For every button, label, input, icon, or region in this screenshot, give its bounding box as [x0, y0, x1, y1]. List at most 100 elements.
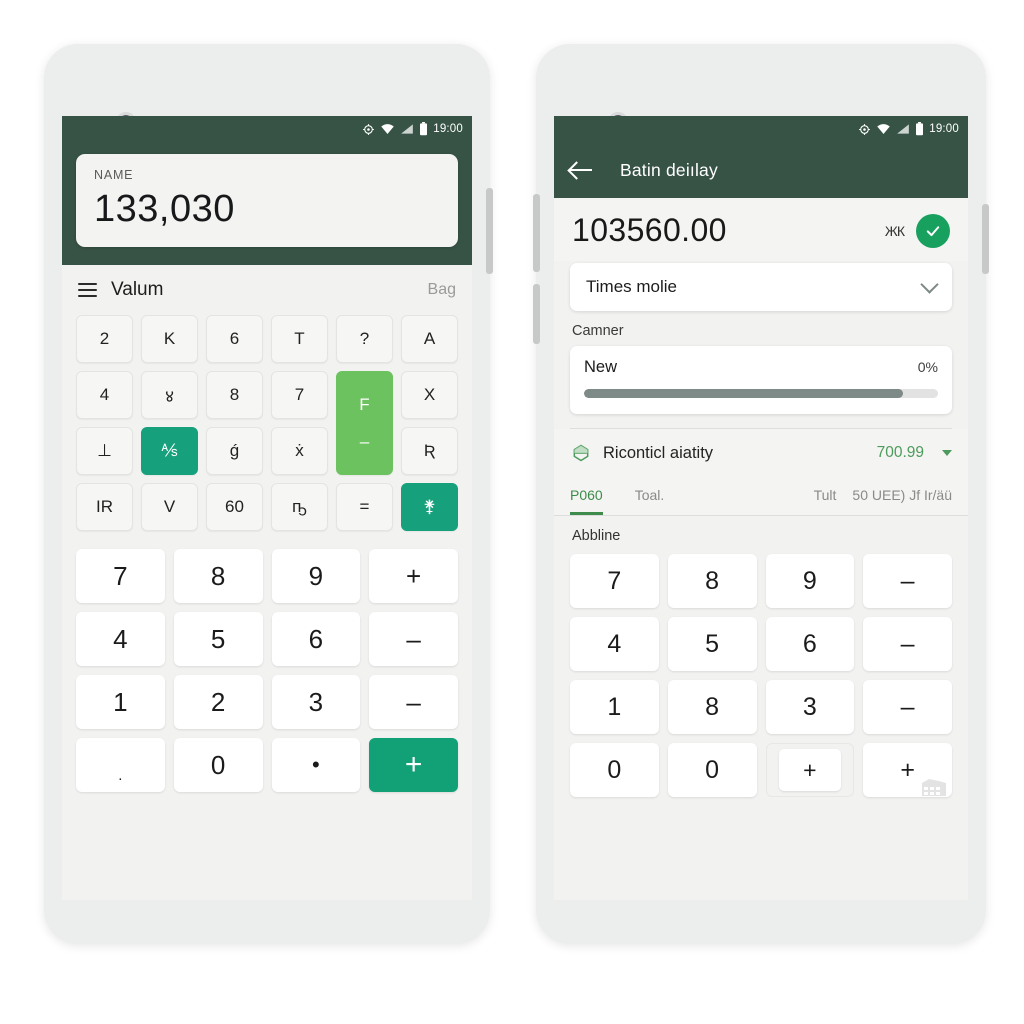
right-numpad-key-sym-14[interactable]: + — [765, 743, 855, 797]
battery-icon — [419, 122, 428, 136]
screen-left: 19:00 NAME 133,030 Valum Bag 2 K 6 T? A 4 ४ 8 7 F… — [62, 116, 472, 900]
chevron-down-icon — [920, 275, 939, 294]
progress-card[interactable]: New 0% — [570, 346, 952, 414]
symbol-key-18[interactable]: V — [141, 483, 198, 531]
symbol-key-10-label-top: F — [359, 394, 370, 414]
symbol-key-16[interactable]: Ʀ — [401, 427, 458, 475]
amount-input-card[interactable]: NAME 133,030 — [76, 154, 458, 247]
right-numpad-key-0-13[interactable]: 0 — [667, 743, 757, 797]
numpad-key-1-8[interactable]: 1 — [76, 675, 165, 729]
numpad-key-sym-14[interactable]: • — [271, 738, 361, 792]
symbol-key-14[interactable]: ǵ — [206, 427, 263, 475]
numpad-key-2-9[interactable]: 2 — [173, 675, 263, 729]
right-numpad-key-sym-3[interactable]: – — [863, 554, 952, 608]
signal-icon-right — [896, 123, 910, 135]
symbol-key-8[interactable]: 8 — [206, 371, 263, 419]
right-body: Times molie Camner New 0% — [554, 263, 968, 429]
reconcile-row[interactable]: Riconticl aiatity 700.99 — [554, 429, 968, 475]
calculator-watermark-icon — [921, 775, 947, 796]
right-numpad-key-9-2[interactable]: 9 — [765, 554, 855, 608]
check-circle-icon[interactable] — [916, 213, 950, 248]
numpad-key-sym-12[interactable]: . — [76, 738, 165, 792]
back-arrow-icon[interactable] — [570, 160, 594, 180]
tab-2[interactable]: Tult — [814, 481, 837, 515]
right-numpad-key-sym-7[interactable]: – — [863, 617, 952, 671]
symbol-key-15[interactable]: ẋ — [271, 427, 328, 475]
symbol-key-22[interactable]: ⚵ — [401, 483, 458, 531]
numpad-key-3-10[interactable]: 3 — [271, 675, 361, 729]
numpad-key-sym-7[interactable]: – — [369, 612, 458, 666]
battery-icon-right — [915, 122, 924, 136]
volume-up-button[interactable] — [533, 194, 540, 272]
screenshot-root: 19:00 NAME 133,030 Valum Bag 2 K 6 T? A 4 ४ 8 7 F… — [0, 0, 1024, 1024]
numpad-key-9-2[interactable]: 9 — [271, 549, 361, 603]
symbol-key-4[interactable]: ? — [336, 315, 393, 363]
symbol-key-11[interactable]: X — [401, 371, 458, 419]
amount-unit-label: ЖК — [884, 222, 905, 239]
numpad-key-8-1[interactable]: 8 — [173, 549, 263, 603]
symbol-key-5[interactable]: A — [401, 315, 458, 363]
left-toolbar-title: Valum — [111, 279, 164, 300]
symbol-key-7[interactable]: ४ — [141, 371, 198, 419]
symbol-key-2[interactable]: 6 — [206, 315, 263, 363]
app-bar-title: Batin deiılay — [620, 159, 718, 180]
caret-down-icon[interactable] — [942, 450, 952, 456]
numpad-key-7-0[interactable]: 7 — [76, 549, 165, 603]
numpad-key-6-6[interactable]: 6 — [271, 612, 361, 666]
tab-3[interactable]: 50 UEE) Jf Ir/äü — [852, 481, 952, 515]
right-numpad-key-1-8[interactable]: 1 — [570, 680, 659, 734]
left-numeric-keypad: 7 8 9 +4 5 6–1 2 3–. 0 • + — [62, 539, 472, 806]
right-numpad-key-sym-11[interactable]: – — [863, 680, 952, 734]
symbol-key-1[interactable]: K — [141, 315, 198, 363]
symbol-key-6[interactable]: 4 — [76, 371, 133, 419]
right-numpad-key-4-4[interactable]: 4 — [570, 617, 659, 671]
hamburger-menu-icon[interactable] — [78, 283, 97, 297]
left-toolbar-action[interactable]: Bag — [428, 281, 456, 299]
left-header: NAME 133,030 — [62, 142, 472, 265]
progress-bar-fill — [584, 389, 903, 398]
power-button-right-phone[interactable] — [982, 204, 989, 274]
tab-1[interactable]: Toal. — [635, 481, 665, 515]
numpad-key-0-13[interactable]: 0 — [173, 738, 263, 792]
progress-name: New — [584, 358, 618, 376]
left-toolbar: Valum Bag — [62, 265, 472, 311]
tab-0[interactable]: P060 — [570, 481, 603, 515]
numpad-key-sym-3[interactable]: + — [369, 549, 458, 603]
right-numpad-key-8-1[interactable]: 8 — [667, 554, 757, 608]
right-numpad-key-sym-15[interactable]: + — [863, 743, 952, 797]
right-numpad-key-6-6[interactable]: 6 — [765, 617, 855, 671]
numpad-key-sym-11[interactable]: – — [369, 675, 458, 729]
symbol-key-3[interactable]: T — [271, 315, 328, 363]
symbol-key-17[interactable]: IR — [76, 483, 133, 531]
numpad-key-4-4[interactable]: 4 — [76, 612, 165, 666]
symbol-key-12[interactable]: ⊥ — [76, 427, 133, 475]
symbol-key-13[interactable]: ⅍ — [141, 427, 198, 475]
symbol-key-20[interactable]: ҧ — [271, 483, 328, 531]
times-mode-select[interactable]: Times molie — [570, 263, 952, 311]
symbol-key-21[interactable]: = — [336, 483, 393, 531]
symbol-key-0[interactable]: 2 — [76, 315, 133, 363]
right-numpad-key-5-5[interactable]: 5 — [667, 617, 757, 671]
symbol-key-19[interactable]: 60 — [206, 483, 263, 531]
numpad-key-5-5[interactable]: 5 — [173, 612, 263, 666]
right-numeric-keypad: 7 8 9–4 5 6–1 8 3–0 0 + + — [554, 548, 968, 813]
right-numpad-key-3-10[interactable]: 3 — [765, 680, 855, 734]
volume-down-button[interactable] — [533, 284, 540, 344]
status-bar-right: 19:00 — [554, 116, 968, 142]
progress-bar-track — [584, 389, 938, 398]
symbol-key-10[interactable]: F – — [336, 371, 393, 475]
reconcile-label: Riconticl aiatity — [603, 443, 714, 462]
amount-value[interactable]: 103560.00 — [572, 212, 727, 249]
symbol-key-9[interactable]: 7 — [271, 371, 328, 419]
numpad-key-sym-15[interactable]: + — [369, 738, 458, 792]
keypad-section-label: Abbline — [554, 516, 968, 548]
wifi-icon-right — [876, 123, 891, 135]
location-icon-right — [858, 123, 871, 136]
screen-right: 19:00 Batin deiılay 103560.00 ЖК Times m… — [554, 116, 968, 900]
hexagon-icon — [570, 442, 592, 464]
right-numpad-key-0-12[interactable]: 0 — [570, 743, 659, 797]
power-button-left-phone[interactable] — [486, 188, 493, 274]
progress-percent: 0% — [917, 359, 938, 375]
right-numpad-key-8-9[interactable]: 8 — [667, 680, 757, 734]
right-numpad-key-7-0[interactable]: 7 — [570, 554, 659, 608]
